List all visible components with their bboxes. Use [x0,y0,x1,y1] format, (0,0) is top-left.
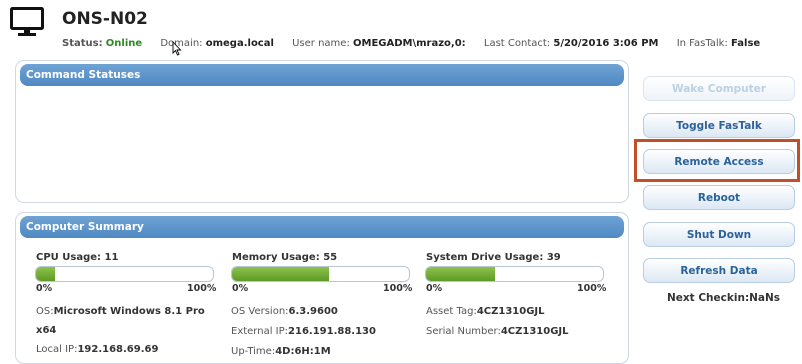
computer-summary-panel: Computer Summary CPU Usage: 11 0% 100% M… [15,212,629,364]
fastalk-info: In FasTalk: False [676,38,761,49]
monitor-icon [10,7,44,36]
os-arch: x64 [36,325,57,336]
reboot-button[interactable]: Reboot [643,185,795,210]
command-statuses-panel: Command Statuses [15,60,629,203]
refresh-data-button[interactable]: Refresh Data [643,258,795,283]
drive-usage-bar [425,266,604,282]
os-version-info: OS Version:6.3.9600 [231,306,338,317]
status-info: Status: Online [62,38,143,49]
mouse-pointer-icon [172,41,182,56]
last-contact-info: Last Contact: 5/20/2016 3:06 PM [483,38,659,49]
uptime-info: Up-Time:4D:6H:1M [231,346,331,357]
drive-usage-fill [426,267,496,281]
local-ip-info: Local IP:192.168.69.69 [36,344,159,355]
computer-name: ONS-N02 [62,9,148,29]
wake-computer-button[interactable]: Wake Computer [643,76,795,101]
computer-summary-header: Computer Summary [20,216,624,238]
status-value: Online [105,38,143,49]
username-info: User name: OMEGADM\mrazo,0: [292,38,466,49]
memory-usage-bar [231,266,410,282]
serial-number-info: Serial Number:4CZ1310GJL [426,326,569,337]
external-ip-info: External IP:216.191.88.130 [231,326,376,337]
cpu-usage-fill [36,267,56,281]
next-checkin: Next Checkin:NaNs [667,292,781,304]
asset-tag-info: Asset Tag:4CZ1310GJL [426,306,545,317]
memory-usage-fill [232,267,330,281]
os-info: OS:Microsoft Windows 8.1 Pro [36,306,205,317]
shut-down-button[interactable]: Shut Down [643,222,795,247]
toggle-fastalk-button[interactable]: Toggle FasTalk [643,113,795,138]
computer-info-line: Status: Online Domain: omega.local User … [62,38,775,49]
remote-access-highlight [634,139,800,182]
cpu-usage-bar [35,266,214,282]
command-statuses-header: Command Statuses [20,64,624,86]
